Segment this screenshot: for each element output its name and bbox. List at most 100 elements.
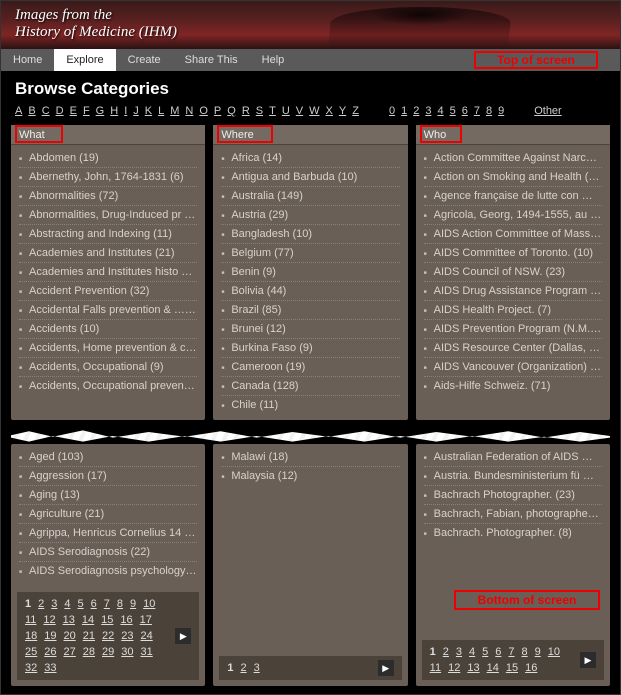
list-item[interactable]: Brunei (12): [221, 320, 399, 339]
list-item[interactable]: Accidental Falls prevention & … (6): [19, 301, 197, 320]
list-item[interactable]: Malaysia (12): [221, 467, 399, 485]
alpha-O[interactable]: O: [199, 105, 208, 117]
page-29[interactable]: 29: [102, 646, 114, 658]
page-9[interactable]: 9: [130, 598, 136, 610]
list-item[interactable]: Agriculture (21): [19, 505, 197, 524]
page-2[interactable]: 2: [240, 662, 246, 674]
alpha-D[interactable]: D: [56, 105, 64, 117]
list-item[interactable]: Action Committee Against Narco … (6): [424, 149, 602, 168]
alpha-other[interactable]: Other: [534, 105, 562, 117]
list-item[interactable]: Africa (14): [221, 149, 399, 168]
list-item[interactable]: Austria (29): [221, 206, 399, 225]
list-item[interactable]: Benin (9): [221, 263, 399, 282]
alpha-U[interactable]: U: [282, 105, 290, 117]
page-12[interactable]: 12: [43, 614, 55, 626]
list-item[interactable]: AIDS Action Committee of Massa … (17): [424, 225, 602, 244]
alpha-F[interactable]: F: [83, 105, 90, 117]
page-32[interactable]: 32: [25, 662, 37, 674]
list-item[interactable]: Bangladesh (10): [221, 225, 399, 244]
page-3[interactable]: 3: [254, 662, 260, 674]
list-item[interactable]: Agence française de lutte con … (33): [424, 187, 602, 206]
page-5[interactable]: 5: [78, 598, 84, 610]
digit-0[interactable]: 0: [389, 105, 395, 117]
page-1[interactable]: 1: [227, 662, 233, 674]
digit-3[interactable]: 3: [425, 105, 431, 117]
page-9[interactable]: 9: [535, 646, 541, 658]
page-14[interactable]: 14: [487, 662, 499, 674]
page-8[interactable]: 8: [117, 598, 123, 610]
page-11[interactable]: 11: [25, 614, 36, 626]
list-item[interactable]: AIDS Resource Center (Dallas, … (6): [424, 339, 602, 358]
page-26[interactable]: 26: [44, 646, 56, 658]
nav-tab-help[interactable]: Help: [250, 49, 297, 71]
next-page-button[interactable]: ▶: [580, 652, 596, 668]
digit-5[interactable]: 5: [450, 105, 456, 117]
list-item[interactable]: Malawi (18): [221, 448, 399, 467]
alpha-X[interactable]: X: [326, 105, 333, 117]
list-item[interactable]: Accident Prevention (32): [19, 282, 197, 301]
page-4[interactable]: 4: [469, 646, 475, 658]
page-4[interactable]: 4: [64, 598, 70, 610]
list-item[interactable]: AIDS Prevention Program (N.M.) (8): [424, 320, 602, 339]
list-item[interactable]: Abnormalities (72): [19, 187, 197, 206]
page-15[interactable]: 15: [506, 662, 518, 674]
list-item[interactable]: Abnormalities, Drug-Induced pr … (13): [19, 206, 197, 225]
page-6[interactable]: 6: [495, 646, 501, 658]
nav-tab-create[interactable]: Create: [116, 49, 173, 71]
list-item[interactable]: Chile (11): [221, 396, 399, 414]
page-8[interactable]: 8: [522, 646, 528, 658]
page-5[interactable]: 5: [482, 646, 488, 658]
list-item[interactable]: Bachrach Photographer. (23): [424, 486, 602, 505]
digit-6[interactable]: 6: [462, 105, 468, 117]
page-13[interactable]: 13: [467, 662, 479, 674]
page-18[interactable]: 18: [25, 630, 37, 642]
list-item[interactable]: Cameroon (19): [221, 358, 399, 377]
page-31[interactable]: 31: [141, 646, 153, 658]
page-10[interactable]: 10: [143, 598, 155, 610]
page-11[interactable]: 11: [430, 662, 441, 674]
page-33[interactable]: 33: [44, 662, 56, 674]
alpha-T[interactable]: T: [269, 105, 276, 117]
nav-tab-explore[interactable]: Explore: [54, 49, 115, 71]
alpha-R[interactable]: R: [242, 105, 250, 117]
page-17[interactable]: 17: [140, 614, 152, 626]
alpha-L[interactable]: L: [158, 105, 164, 117]
digit-7[interactable]: 7: [474, 105, 480, 117]
nav-tab-home[interactable]: Home: [1, 49, 54, 71]
list-item[interactable]: Canada (128): [221, 377, 399, 396]
list-item[interactable]: Action on Smoking and Health ( … (8): [424, 168, 602, 187]
list-item[interactable]: Academies and Institutes (21): [19, 244, 197, 263]
page-27[interactable]: 27: [64, 646, 76, 658]
alpha-E[interactable]: E: [70, 105, 77, 117]
alpha-A[interactable]: A: [15, 105, 22, 117]
alpha-Y[interactable]: Y: [339, 105, 346, 117]
list-item[interactable]: Antigua and Barbuda (10): [221, 168, 399, 187]
alpha-Z[interactable]: Z: [352, 105, 359, 117]
page-19[interactable]: 19: [44, 630, 56, 642]
list-item[interactable]: Australia (149): [221, 187, 399, 206]
page-3[interactable]: 3: [456, 646, 462, 658]
list-item[interactable]: Bachrach. Photographer. (8): [424, 524, 602, 542]
page-7[interactable]: 7: [104, 598, 110, 610]
list-item[interactable]: Abernethy, John, 1764-1831 (6): [19, 168, 197, 187]
list-item[interactable]: Accidents, Occupational preven … (22): [19, 377, 197, 395]
alpha-G[interactable]: G: [96, 105, 105, 117]
nav-tab-share-this[interactable]: Share This: [173, 49, 250, 71]
list-item[interactable]: AIDS Vancouver (Organization) (8): [424, 358, 602, 377]
page-20[interactable]: 20: [64, 630, 76, 642]
list-item[interactable]: Belgium (77): [221, 244, 399, 263]
page-21[interactable]: 21: [83, 630, 95, 642]
alpha-M[interactable]: M: [170, 105, 179, 117]
list-item[interactable]: Agricola, Georg, 1494-1555, au … (7): [424, 206, 602, 225]
page-3[interactable]: 3: [51, 598, 57, 610]
list-item[interactable]: Aggression (17): [19, 467, 197, 486]
page-24[interactable]: 24: [141, 630, 153, 642]
list-item[interactable]: Australian Federation of AIDS … (19): [424, 448, 602, 467]
alpha-P[interactable]: P: [214, 105, 221, 117]
list-item[interactable]: Aging (13): [19, 486, 197, 505]
list-item[interactable]: Aged (103): [19, 448, 197, 467]
page-15[interactable]: 15: [101, 614, 113, 626]
page-1[interactable]: 1: [25, 598, 31, 610]
digit-2[interactable]: 2: [413, 105, 419, 117]
digit-8[interactable]: 8: [486, 105, 492, 117]
